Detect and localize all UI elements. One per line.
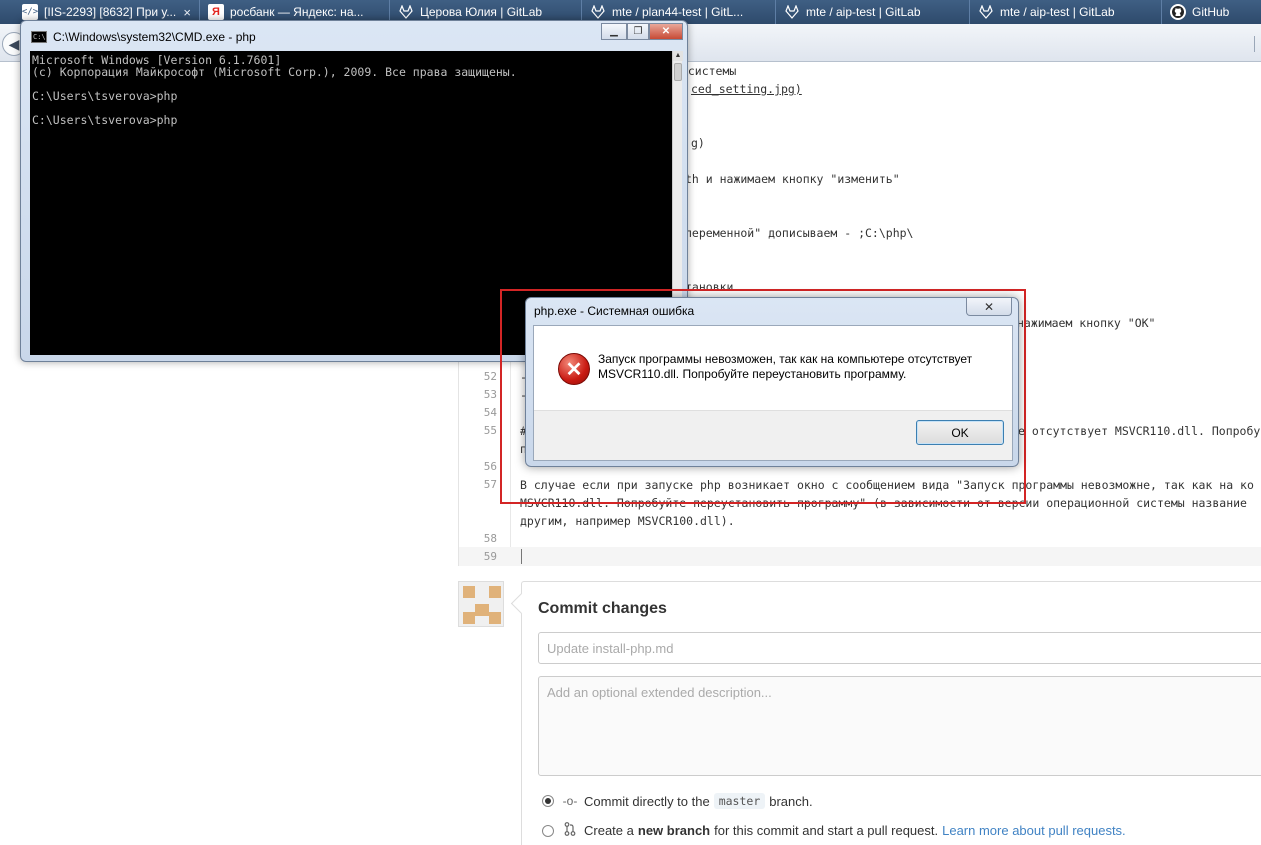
error-icon: ✕ [558,353,590,385]
tab-label: mte / plan44-test | GitL... [612,5,744,19]
line-number: 53 [483,388,497,401]
commit-new-branch-option[interactable]: Create a new branch for this commit and … [542,822,1126,839]
scroll-up-icon[interactable]: ▲ [673,51,683,61]
commit-new-branch-radio[interactable] [542,824,554,837]
gitlab-icon [590,4,606,20]
commit-description-input[interactable] [538,676,1261,776]
close-icon[interactable]: × [177,5,191,20]
editor-line: MSVCR110.dll. Попробуйте переустановить … [520,496,1247,510]
system-error-dialog[interactable]: php.exe - Системная ошибка ✕ ✕ Запуск пр… [525,297,1019,467]
tab-label: mte / aip-test | GitLab [1000,5,1115,19]
dialog-close-button[interactable]: ✕ [966,298,1012,316]
minimize-icon: ▁ [610,26,618,37]
cmd-window-title: C:\Windows\system32\CMD.exe - php [53,30,256,44]
console-line: C:\Users\tsverova>php [32,89,178,103]
option-label: Commit directly to the [584,793,710,809]
code-icon: </> [22,4,38,20]
tab-label: росбанк — Яндекс: на... [230,5,364,19]
editor-line: другим, например MSVCR100.dll). [520,514,735,528]
commit-title: Commit changes [538,600,667,617]
branch-name: master [713,793,766,809]
error-message: Запуск программы невозможен, так как на … [598,352,973,381]
close-icon: ✕ [661,26,671,37]
commit-summary-input[interactable] [538,632,1261,664]
tab-label: mte / aip-test | GitLab [806,5,921,19]
minimize-button[interactable]: ▁ [601,23,627,40]
current-line-highlight [459,547,1261,566]
avatar [458,581,504,627]
cmd-icon: C:\ [31,31,47,43]
restore-icon: ❐ [633,26,643,37]
identicon-icon [463,586,501,624]
console-line: C:\Users\tsverova>php [32,113,178,127]
line-number: 55 [483,424,497,437]
option-label: Create a [584,823,634,838]
learn-more-link[interactable]: Learn more about pull requests. [942,823,1126,838]
scrollbar-thumb[interactable] [674,63,682,81]
editor-line: В случае если при запуске php возникает … [520,478,1254,492]
commit-direct-radio[interactable] [542,795,554,807]
dialog-body: ✕ Запуск программы невозможен, так как н… [533,325,1013,461]
line-number: 52 [483,370,497,383]
gitlab-icon [978,4,994,20]
editor-line: переменной" дописываем - ;C:\php\ [685,226,914,240]
editor-line: ced_setting.jpg) [691,82,802,96]
text-cursor [521,549,522,564]
close-icon: ✕ [983,299,995,314]
maximize-button[interactable]: ❐ [627,23,649,40]
tab-label: GitHub [1192,5,1230,19]
option-label: for this commit and start a pull request… [714,823,939,838]
line-number: 56 [483,460,497,473]
editor-line: g) [691,136,705,150]
toolbar-divider [1254,36,1255,52]
commit-direct-option[interactable]: -o- Commit directly to the master branch… [542,793,813,809]
editor-line: th и нажимаем кнопку "изменить" [685,172,900,186]
git-pull-request-icon [562,822,578,839]
close-button[interactable]: ✕ [649,23,683,40]
option-bold-label: new branch [637,823,711,838]
line-number: 54 [483,406,497,419]
editor-line: нажимаем кнопку "ОК" [1017,316,1156,330]
gitlab-icon [784,4,800,20]
editor-line: тановки [685,280,734,294]
line-number: 57 [483,478,497,491]
browser-tab-gitlab-aip-2[interactable]: mte / aip-test | GitLab [970,0,1162,24]
browser-tab-gitlab-aip[interactable]: mte / aip-test | GitLab [776,0,970,24]
editor-line: е отсутствует MSVCR110.dll. Попробуй [1018,424,1261,438]
github-icon [1170,4,1186,20]
line-number: 59 [483,550,497,563]
tab-label: Церова Юлия | GitLab [420,5,543,19]
git-commit-icon: -o- [562,794,578,808]
line-number: 58 [483,532,497,545]
console-line: (c) Корпорация Майкрософт (Microsoft Cor… [32,65,517,79]
yandex-icon: Я [208,4,224,20]
tab-label: [IIS-2293] [8632] При у... [44,5,177,19]
commit-form: Commit changes -o- Commit directly to th… [521,581,1261,845]
ok-button[interactable]: OK [916,420,1004,445]
browser-tab-github[interactable]: GitHub [1162,0,1261,24]
dialog-title: php.exe - Системная ошибка [534,304,695,318]
option-label: branch. [769,793,813,809]
gitlab-icon [398,4,414,20]
